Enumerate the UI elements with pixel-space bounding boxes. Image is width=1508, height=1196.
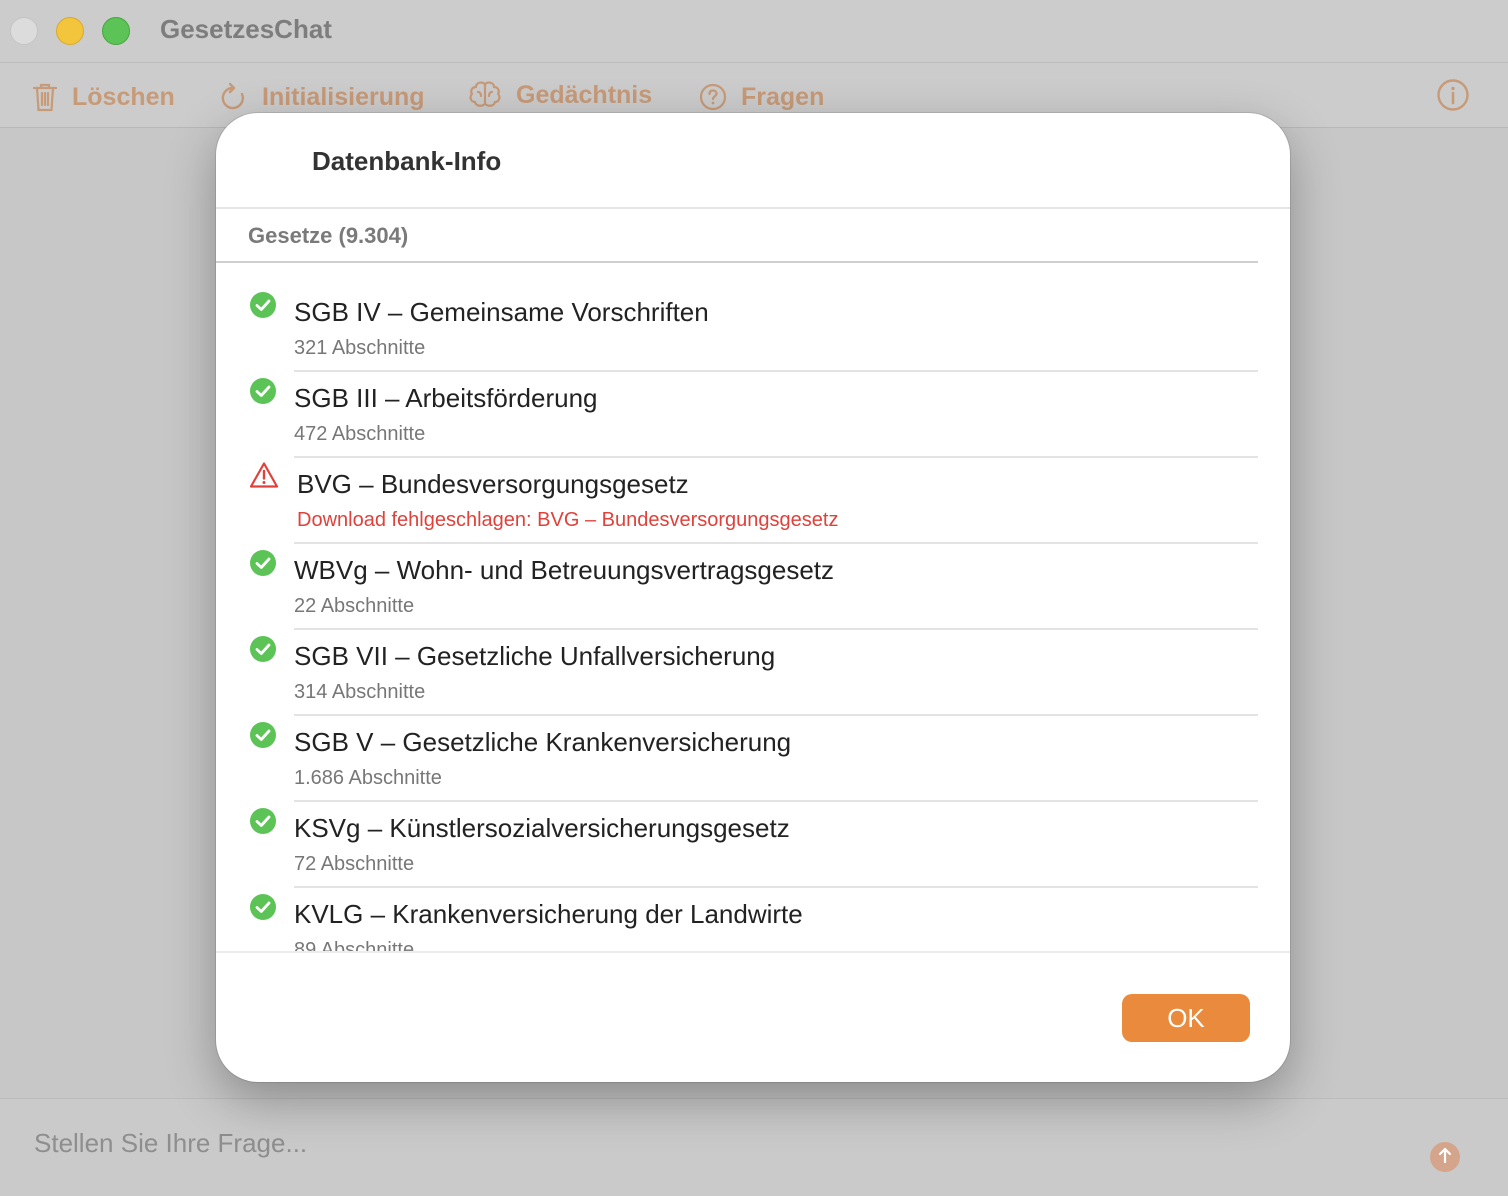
laws-list[interactable]: SGB IV – Gemeinsame Vorschriften 321 Absc… (216, 263, 1290, 951)
law-name: BVG – Bundesversorgungsgesetz (297, 469, 689, 499)
title-bar: GesetzesChat (0, 0, 1508, 62)
law-name: KVLG – Krankenversicherung der Landwirte (294, 899, 803, 929)
law-row[interactable]: SGB VII – Gesetzliche Unfallversicherung… (216, 611, 1290, 716)
law-row[interactable]: SGB III – Arbeitsförderung 472 Abschnitte (216, 353, 1290, 458)
header-divider (216, 207, 1290, 209)
memory-button[interactable]: Gedächtnis (468, 79, 652, 111)
refresh-icon (220, 82, 248, 112)
delete-button[interactable]: Löschen (32, 81, 175, 113)
law-row[interactable]: BVG – Bundesversorgungsgesetz Download fe… (216, 439, 1290, 544)
warning-triangle-icon (249, 461, 279, 489)
law-row[interactable]: SGB IV – Gemeinsame Vorschriften 321 Absc… (216, 267, 1290, 372)
initialize-label: Initialisierung (262, 82, 425, 111)
send-button[interactable] (1430, 1142, 1460, 1172)
checkmark-circle-icon (249, 807, 277, 835)
checkmark-circle-icon (249, 291, 277, 319)
law-name: KSVg – Künstlersozialversicherungsgesetz (294, 813, 790, 843)
checkmark-circle-icon (249, 893, 277, 921)
sheet-title: Datenbank-Info (312, 146, 502, 176)
law-section-count: 89 Abschnitte (294, 939, 415, 951)
window-minimize-button[interactable] (56, 17, 84, 45)
checkmark-circle-icon (249, 549, 277, 577)
law-name: SGB VII – Gesetzliche Unfallversicherung (294, 641, 776, 671)
question-input[interactable]: Stellen Sie Ihre Frage... (34, 1128, 307, 1159)
questions-button[interactable]: Fragen (699, 81, 824, 113)
law-row[interactable]: WBVg – Wohn- und Betreuungsvertragsgeset… (216, 525, 1290, 630)
checkmark-circle-icon (249, 377, 277, 405)
checkmark-circle-icon (249, 721, 277, 749)
laws-section-header: Gesetze (9.304) (248, 223, 409, 248)
window-maximize-button[interactable] (102, 17, 130, 45)
law-name: SGB III – Arbeitsförderung (294, 383, 598, 413)
info-button[interactable] (1436, 78, 1470, 117)
law-name: SGB IV – Gemeinsame Vorschriften (294, 297, 709, 327)
info-circle-icon (1436, 79, 1470, 116)
initialize-button[interactable]: Initialisierung (220, 81, 425, 113)
ok-button[interactable]: OK (1122, 994, 1250, 1042)
law-name: SGB V – Gesetzliche Krankenversicherung (294, 727, 792, 757)
database-info-sheet: Datenbank-Info Gesetze (9.304) SGB IV – … (216, 113, 1290, 1082)
law-row[interactable]: KSVg – Künstlersozialversicherungsgesetz… (216, 783, 1290, 888)
window-close-button[interactable] (10, 17, 38, 45)
delete-label: Löschen (72, 82, 175, 111)
trash-icon (32, 82, 58, 112)
window-title: GesetzesChat (160, 14, 332, 44)
brain-icon (468, 80, 502, 110)
footer-divider (216, 951, 1290, 953)
question-circle-icon (699, 83, 727, 111)
memory-label: Gedächtnis (516, 80, 653, 109)
arrow-up-icon (1437, 1146, 1453, 1169)
law-row[interactable]: SGB V – Gesetzliche Krankenversicherung 1… (216, 697, 1290, 802)
law-row[interactable]: KVLG – Krankenversicherung der Landwirte… (216, 869, 1290, 951)
checkmark-circle-icon (249, 635, 277, 663)
law-name: WBVg – Wohn- und Betreuungsvertragsgeset… (294, 555, 835, 585)
questions-label: Fragen (741, 82, 825, 111)
